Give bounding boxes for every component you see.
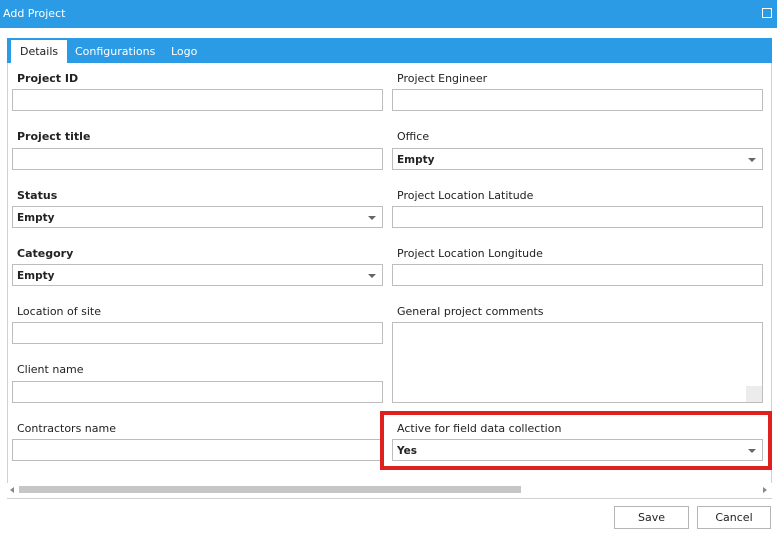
scrollbar-thumb[interactable] — [19, 486, 521, 493]
chevron-down-icon — [748, 158, 756, 162]
tab-logo[interactable]: Logo — [162, 40, 206, 63]
contractors-name-label: Contractors name — [17, 422, 116, 435]
cancel-button[interactable]: Cancel — [697, 506, 771, 529]
category-label: Category — [17, 247, 74, 260]
comments-textarea[interactable] — [392, 322, 763, 403]
location-of-site-label: Location of site — [17, 305, 101, 318]
longitude-label: Project Location Longitude — [397, 247, 543, 260]
longitude-input[interactable] — [392, 264, 763, 286]
category-select[interactable]: Empty — [12, 264, 383, 286]
category-selected-value: Empty — [17, 270, 55, 282]
tab-details[interactable]: Details — [11, 40, 68, 63]
status-select[interactable]: Empty — [12, 206, 383, 228]
save-button[interactable]: Save — [614, 506, 689, 529]
client-name-input[interactable] — [12, 381, 383, 403]
chevron-down-icon — [368, 216, 376, 220]
office-label: Office — [397, 130, 430, 143]
tab-configurations[interactable]: Configurations — [66, 40, 164, 63]
title-bar: Add Project — [0, 0, 777, 28]
comments-label: General project comments — [397, 305, 544, 318]
latitude-label: Project Location Latitude — [397, 189, 534, 202]
office-select[interactable]: Empty — [392, 148, 763, 170]
status-label: Status — [17, 189, 58, 202]
scroll-left-icon[interactable] — [10, 487, 14, 493]
chevron-down-icon — [748, 449, 756, 453]
project-engineer-label: Project Engineer — [397, 72, 488, 85]
scroll-right-icon[interactable] — [763, 487, 767, 493]
status-selected-value: Empty — [17, 212, 55, 224]
project-title-input[interactable] — [12, 148, 383, 170]
chevron-down-icon — [368, 274, 376, 278]
project-engineer-input[interactable] — [392, 89, 763, 111]
tab-strip: Details Configurations Logo — [7, 38, 772, 63]
contractors-name-input[interactable] — [12, 439, 383, 461]
latitude-input[interactable] — [392, 206, 763, 228]
maximize-icon[interactable] — [762, 8, 772, 18]
project-id-input[interactable] — [12, 89, 383, 111]
textarea-resize-corner — [746, 386, 762, 402]
client-name-label: Client name — [17, 363, 84, 376]
active-field-collection-label: Active for field data collection — [397, 422, 562, 435]
project-title-label: Project title — [17, 130, 91, 143]
active-field-collection-selected-value: Yes — [397, 445, 418, 457]
horizontal-scrollbar[interactable] — [7, 483, 772, 498]
active-field-collection-select[interactable]: Yes — [392, 439, 763, 461]
location-of-site-input[interactable] — [12, 322, 383, 344]
project-id-label: Project ID — [17, 72, 79, 85]
office-selected-value: Empty — [397, 154, 435, 166]
window-title: Add Project — [3, 7, 66, 20]
